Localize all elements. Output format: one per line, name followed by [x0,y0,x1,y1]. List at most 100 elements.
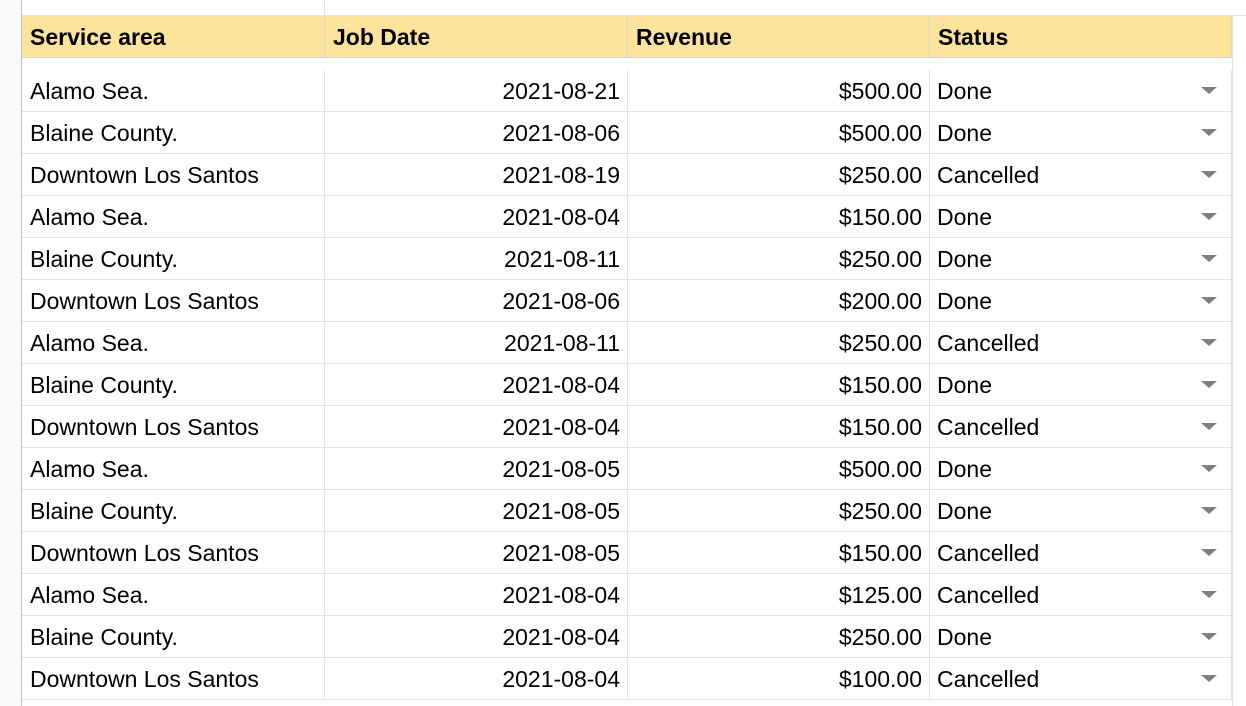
service-area-cell[interactable]: Downtown Los Santos [22,406,325,448]
revenue-cell[interactable]: $150.00 [628,196,930,238]
dropdown-arrow-icon[interactable] [1201,675,1217,682]
job-date-cell[interactable]: 2021-08-06 [325,280,628,322]
status-value: Cancelled [937,540,1040,566]
data-rows: Alamo Sea. 2021-08-21 $500.00 Done Blaine Co… [22,70,1232,700]
dropdown-arrow-icon[interactable] [1201,549,1217,556]
empty-row[interactable] [22,58,1232,70]
job-date-cell[interactable]: 2021-08-04 [325,658,628,700]
job-date-cell[interactable]: 2021-08-04 [325,196,628,238]
revenue-cell[interactable]: $500.00 [628,70,930,112]
status-dropdown-cell[interactable]: Done [930,448,1232,490]
job-date-cell[interactable]: 2021-08-11 [325,322,628,364]
table-row: Blaine County. 2021-08-11 $250.00 Done [22,238,1232,280]
revenue-cell[interactable]: $125.00 [628,574,930,616]
revenue-cell[interactable]: $250.00 [628,322,930,364]
service-area-cell[interactable]: Blaine County. [22,112,325,154]
header-cell-service-area[interactable]: Service area [22,16,325,58]
job-date-cell[interactable]: 2021-08-05 [325,490,628,532]
revenue-cell[interactable]: $500.00 [628,112,930,154]
service-area-cell[interactable]: Blaine County. [22,490,325,532]
status-dropdown-cell[interactable]: Cancelled [930,154,1232,196]
status-dropdown-cell[interactable]: Done [930,112,1232,154]
table-row: Blaine County. 2021-08-06 $500.00 Done [22,112,1232,154]
status-dropdown-cell[interactable]: Cancelled [930,658,1232,700]
service-area-cell[interactable]: Alamo Sea. [22,448,325,490]
service-area-cell[interactable]: Alamo Sea. [22,574,325,616]
table-row: Downtown Los Santos 2021-08-19 $250.00 Canc… [22,154,1232,196]
revenue-cell[interactable]: $150.00 [628,532,930,574]
dropdown-arrow-icon[interactable] [1201,213,1217,220]
job-date-cell[interactable]: 2021-08-21 [325,70,628,112]
status-dropdown-cell[interactable]: Done [930,490,1232,532]
job-date-cell[interactable]: 2021-08-19 [325,154,628,196]
status-value: Done [937,204,992,230]
row-header-gutter[interactable] [0,0,22,706]
dropdown-arrow-icon[interactable] [1201,423,1217,430]
status-dropdown-cell[interactable]: Done [930,70,1232,112]
status-value: Cancelled [937,666,1040,692]
status-value: Cancelled [937,414,1040,440]
service-area-cell[interactable]: Blaine County. [22,616,325,658]
service-area-cell[interactable]: Downtown Los Santos [22,658,325,700]
header-cell-revenue[interactable]: Revenue [628,16,930,58]
job-date-cell[interactable]: 2021-08-11 [325,238,628,280]
status-value: Done [937,246,992,272]
service-area-cell[interactable]: Downtown Los Santos [22,280,325,322]
header-cell-status[interactable]: Status [930,16,1232,58]
job-date-cell[interactable]: 2021-08-06 [325,112,628,154]
dropdown-arrow-icon[interactable] [1201,339,1217,346]
service-area-cell[interactable]: Downtown Los Santos [22,154,325,196]
job-date-cell[interactable]: 2021-08-04 [325,616,628,658]
job-date-cell[interactable]: 2021-08-05 [325,532,628,574]
revenue-cell[interactable]: $250.00 [628,616,930,658]
status-dropdown-cell[interactable]: Done [930,280,1232,322]
service-area-cell[interactable]: Alamo Sea. [22,196,325,238]
job-date-cell[interactable]: 2021-08-04 [325,406,628,448]
status-dropdown-cell[interactable]: Done [930,616,1232,658]
revenue-cell[interactable]: $250.00 [628,238,930,280]
revenue-cell[interactable]: $150.00 [628,364,930,406]
job-date-cell[interactable]: 2021-08-04 [325,574,628,616]
job-date-cell[interactable]: 2021-08-04 [325,364,628,406]
status-dropdown-cell[interactable]: Done [930,364,1232,406]
status-dropdown-cell[interactable]: Done [930,196,1232,238]
status-dropdown-cell[interactable]: Cancelled [930,406,1232,448]
dropdown-arrow-icon[interactable] [1201,507,1217,514]
revenue-cell[interactable]: $200.00 [628,280,930,322]
status-dropdown-cell[interactable]: Cancelled [930,532,1232,574]
revenue-cell[interactable]: $500.00 [628,448,930,490]
table-row: Blaine County. 2021-08-04 $250.00 Done [22,616,1232,658]
status-dropdown-cell[interactable]: Done [930,238,1232,280]
service-area-cell[interactable]: Blaine County. [22,238,325,280]
dropdown-arrow-icon[interactable] [1201,381,1217,388]
status-dropdown-cell[interactable]: Cancelled [930,574,1232,616]
service-area-cell[interactable]: Downtown Los Santos [22,532,325,574]
status-value: Done [937,456,992,482]
dropdown-arrow-icon[interactable] [1201,297,1217,304]
header-row: Service area Job Date Revenue Status [22,16,1232,58]
status-value: Done [937,78,992,104]
dropdown-arrow-icon[interactable] [1201,87,1217,94]
dropdown-arrow-icon[interactable] [1201,633,1217,640]
revenue-cell[interactable]: $100.00 [628,658,930,700]
previous-row-strip [22,0,1246,16]
table-row: Downtown Los Santos 2021-08-05 $150.00 Canc… [22,532,1232,574]
table-row: Alamo Sea. 2021-08-04 $150.00 Done [22,196,1232,238]
header-cell-job-date[interactable]: Job Date [325,16,628,58]
revenue-cell[interactable]: $150.00 [628,406,930,448]
service-area-cell[interactable]: Alamo Sea. [22,322,325,364]
dropdown-arrow-icon[interactable] [1201,591,1217,598]
service-area-cell[interactable]: Blaine County. [22,364,325,406]
dropdown-arrow-icon[interactable] [1201,171,1217,178]
job-date-cell[interactable]: 2021-08-05 [325,448,628,490]
status-value: Done [937,624,992,650]
dropdown-arrow-icon[interactable] [1201,255,1217,262]
revenue-cell[interactable]: $250.00 [628,490,930,532]
dropdown-arrow-icon[interactable] [1201,129,1217,136]
status-dropdown-cell[interactable]: Cancelled [930,322,1232,364]
service-area-cell[interactable]: Alamo Sea. [22,70,325,112]
status-value: Done [937,498,992,524]
revenue-cell[interactable]: $250.00 [628,154,930,196]
dropdown-arrow-icon[interactable] [1201,465,1217,472]
status-value: Done [937,372,992,398]
